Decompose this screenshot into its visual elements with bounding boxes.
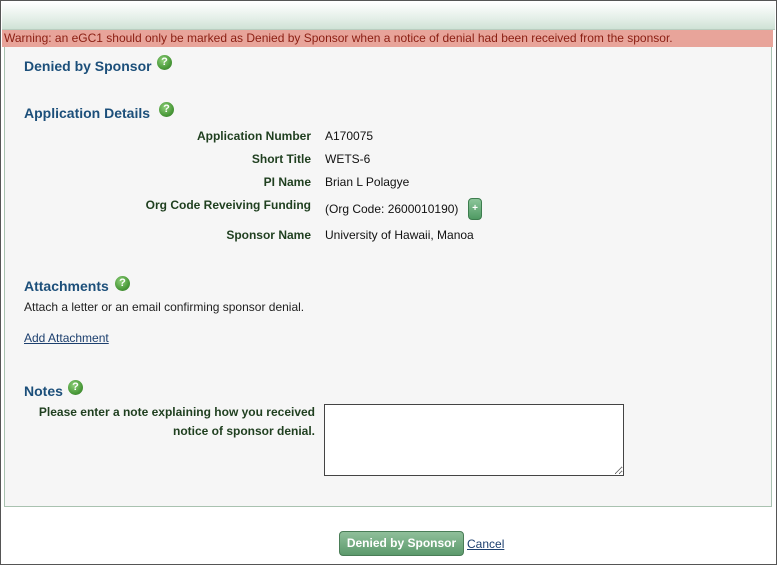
- short-title-value: WETS-6: [325, 152, 371, 166]
- help-icon[interactable]: ?: [115, 276, 130, 291]
- help-icon[interactable]: ?: [68, 380, 83, 395]
- pi-name-value: Brian L Polagye: [325, 175, 410, 189]
- application-number-label: Application Number: [196, 129, 311, 143]
- notes-label-line1: Please enter a note explaining how you r…: [38, 405, 315, 419]
- expand-org-code-button[interactable]: +: [468, 198, 482, 220]
- section-title-attachments: Attachments: [24, 278, 109, 294]
- application-number-value: A170075: [325, 129, 374, 143]
- section-title-application-details: Application Details: [24, 105, 151, 121]
- add-attachment-link[interactable]: Add Attachment: [24, 331, 109, 345]
- header-band: [2, 2, 775, 30]
- page-frame: Warning: an eGC1 should only be marked a…: [0, 0, 777, 565]
- sponsor-name-value: University of Hawaii, Manoa: [325, 228, 474, 242]
- section-title-notes: Notes: [24, 383, 63, 399]
- help-icon[interactable]: ?: [159, 102, 174, 117]
- help-icon[interactable]: ?: [157, 55, 172, 70]
- section-title-denied: Denied by Sponsor: [24, 58, 152, 74]
- short-title-label: Short Title: [251, 152, 311, 166]
- attachments-description: Attach a letter or an email confirming s…: [24, 300, 305, 314]
- notes-textarea[interactable]: [324, 404, 624, 476]
- notes-label-line2: notice of sponsor denial.: [172, 424, 315, 438]
- denied-by-sponsor-button[interactable]: Denied by Sponsor: [339, 531, 464, 556]
- warning-banner: Warning: an eGC1 should only be marked a…: [2, 30, 773, 47]
- sponsor-name-label: Sponsor Name: [226, 228, 311, 242]
- pi-name-label: PI Name: [263, 175, 311, 189]
- org-code-value: (Org Code: 2600010190): [325, 202, 459, 216]
- main-panel: Denied by Sponsor ? Application Details …: [4, 47, 772, 507]
- org-code-label: Org Code Reveiving Funding: [145, 198, 311, 212]
- cancel-link[interactable]: Cancel: [467, 537, 504, 551]
